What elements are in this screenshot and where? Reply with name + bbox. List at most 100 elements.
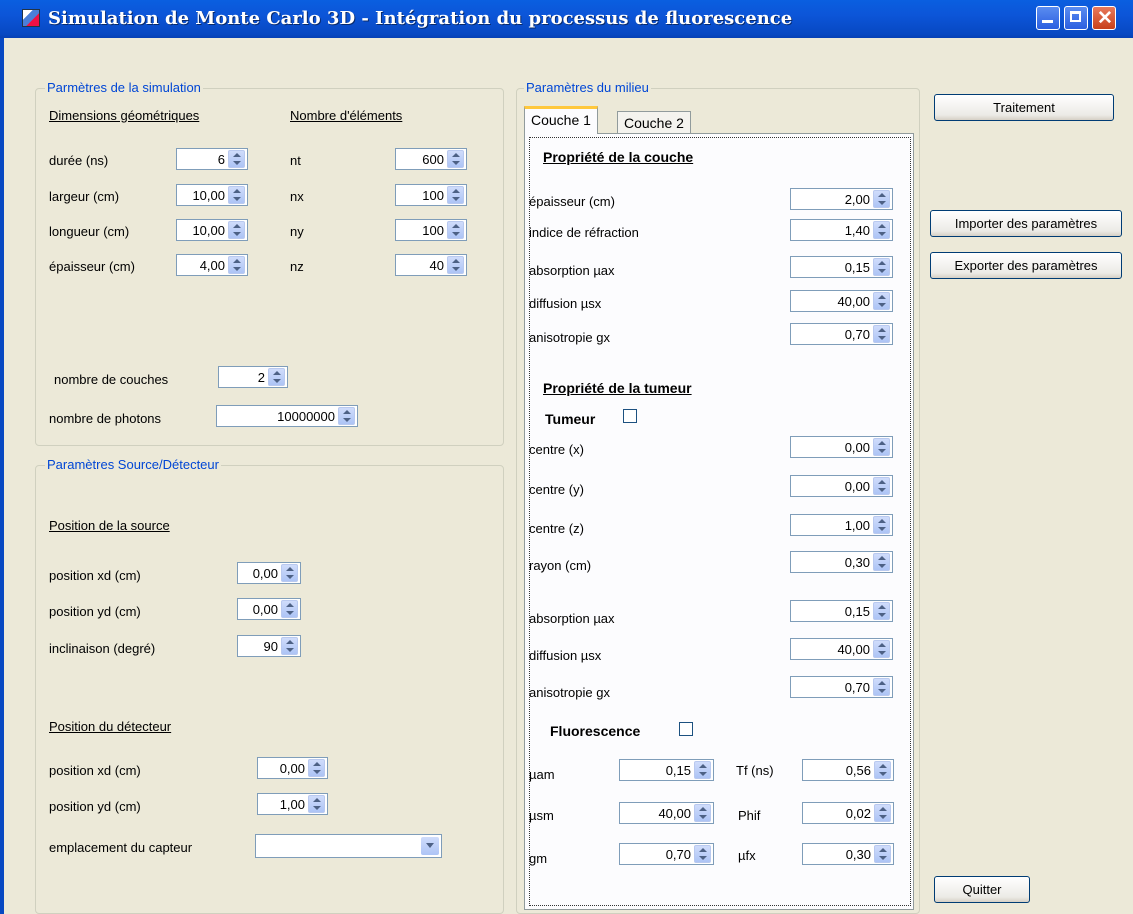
spinner-arrows-icon[interactable]	[873, 292, 890, 310]
nt-label: nt	[290, 153, 301, 168]
source-xd-spinner[interactable]: 0,00	[237, 562, 301, 584]
minimize-button[interactable]	[1036, 6, 1060, 30]
milieu-legend: Paramètres du milieu	[524, 80, 651, 95]
spinner-arrows-icon[interactable]	[447, 186, 464, 204]
duree-spinner[interactable]: 6	[176, 148, 248, 170]
spinner-arrows-icon[interactable]	[308, 759, 325, 777]
phif-spinner[interactable]: 0,02	[802, 802, 894, 824]
tab-couche-1[interactable]: Couche 1	[524, 106, 598, 134]
uam-label: µam	[529, 767, 555, 782]
gm-spinner[interactable]: 0,70	[619, 843, 714, 865]
spinner-arrows-icon[interactable]	[873, 640, 890, 658]
spinner-arrows-icon[interactable]	[873, 602, 890, 620]
tumeur-centre-x-spinner[interactable]: 0,00	[790, 436, 893, 458]
spinner-arrows-icon[interactable]	[447, 150, 464, 168]
spinner-arrows-icon[interactable]	[873, 678, 890, 696]
spinner-arrows-icon[interactable]	[694, 761, 711, 779]
spinner-arrows-icon[interactable]	[228, 221, 245, 239]
spinner-arrows-icon[interactable]	[874, 845, 891, 863]
spinner-arrows-icon[interactable]	[268, 368, 285, 386]
couche-diffusion-label: diffusion µsx	[529, 296, 602, 311]
spinner-arrows-icon[interactable]	[281, 600, 298, 618]
couches-spinner[interactable]: 2	[218, 366, 288, 388]
largeur-spinner[interactable]: 10,00	[176, 184, 248, 206]
detector-header: Position du détecteur	[49, 719, 172, 734]
usm-spinner[interactable]: 40,00	[619, 802, 714, 824]
source-yd-spinner[interactable]: 0,00	[237, 598, 301, 620]
spinner-arrows-icon[interactable]	[228, 256, 245, 274]
tf-spinner[interactable]: 0,56	[802, 759, 894, 781]
spinner-arrows-icon[interactable]	[873, 258, 890, 276]
spinner-arrows-icon[interactable]	[281, 637, 298, 655]
ufx-spinner[interactable]: 0,30	[802, 843, 894, 865]
spinner-arrows-icon[interactable]	[874, 761, 891, 779]
tumeur-header: Propriété de la tumeur	[543, 380, 692, 396]
tumeur-absorption-spinner[interactable]: 0,15	[790, 600, 893, 622]
epaisseur-spinner[interactable]: 4,00	[176, 254, 248, 276]
tumeur-checkbox[interactable]	[623, 409, 637, 423]
minimize-icon	[1042, 20, 1053, 23]
tumeur-diffusion-spinner[interactable]: 40,00	[790, 638, 893, 660]
phif-label: Phif	[738, 808, 761, 823]
spinner-arrows-icon[interactable]	[873, 438, 890, 456]
spinner-arrows-icon[interactable]	[447, 221, 464, 239]
tumeur-anisotropie-spinner[interactable]: 0,70	[790, 676, 893, 698]
import-params-button[interactable]: Importer des paramètres	[930, 210, 1122, 237]
photons-spinner[interactable]: 10000000	[216, 405, 358, 427]
couche-epaisseur-spinner[interactable]: 2,00	[790, 188, 893, 210]
nz-spinner[interactable]: 40	[395, 254, 467, 276]
detector-yd-label: position yd (cm)	[49, 799, 141, 814]
spinner-arrows-icon[interactable]	[873, 477, 890, 495]
tumeur-centre-x-label: centre (x)	[529, 442, 584, 457]
spinner-arrows-icon[interactable]	[873, 190, 890, 208]
epaisseur-label: épaisseur (cm)	[49, 259, 135, 274]
maximize-button[interactable]	[1064, 6, 1088, 30]
nt-spinner[interactable]: 600	[395, 148, 467, 170]
title-bar[interactable]: Simulation de Monte Carlo 3D - Intégrati…	[0, 0, 1133, 38]
couche-diffusion-spinner[interactable]: 40,00	[790, 290, 893, 312]
detector-xd-spinner[interactable]: 0,00	[257, 757, 328, 779]
longueur-label: longueur (cm)	[49, 224, 130, 239]
inclinaison-spinner[interactable]: 90	[237, 635, 301, 657]
spinner-arrows-icon[interactable]	[873, 325, 890, 343]
spinner-arrows-icon[interactable]	[694, 845, 711, 863]
spinner-arrows-icon[interactable]	[873, 516, 890, 534]
capteur-dropdown[interactable]	[255, 834, 442, 858]
export-params-button[interactable]: Exporter des paramètres	[930, 252, 1122, 279]
source-yd-label: position yd (cm)	[49, 604, 141, 619]
ny-spinner[interactable]: 100	[395, 219, 467, 241]
tumeur-checkbox-label: Tumeur	[545, 411, 596, 427]
longueur-spinner[interactable]: 10,00	[176, 219, 248, 241]
tab-couche-2[interactable]: Couche 2	[617, 111, 691, 135]
source-detector-legend: Paramètres Source/Détecteur	[45, 457, 221, 472]
spinner-arrows-icon[interactable]	[338, 407, 355, 425]
fluorescence-checkbox-label: Fluorescence	[550, 723, 641, 739]
uam-spinner[interactable]: 0,15	[619, 759, 714, 781]
tumeur-rayon-spinner[interactable]: 0,30	[790, 551, 893, 573]
couches-label: nombre de couches	[54, 372, 169, 387]
tumeur-centre-z-spinner[interactable]: 1,00	[790, 514, 893, 536]
spinner-arrows-icon[interactable]	[308, 795, 325, 813]
chevron-down-icon[interactable]	[421, 837, 439, 855]
close-button[interactable]: ✕	[1092, 6, 1116, 30]
spinner-arrows-icon[interactable]	[228, 186, 245, 204]
inclinaison-label: inclinaison (degré)	[49, 641, 156, 656]
detector-yd-spinner[interactable]: 1,00	[257, 793, 328, 815]
fluorescence-checkbox[interactable]	[679, 722, 693, 736]
tumeur-centre-y-spinner[interactable]: 0,00	[790, 475, 893, 497]
tumeur-centre-z-label: centre (z)	[529, 521, 584, 536]
spinner-arrows-icon[interactable]	[873, 221, 890, 239]
quitter-button[interactable]: Quitter	[934, 876, 1030, 903]
spinner-arrows-icon[interactable]	[873, 553, 890, 571]
spinner-arrows-icon[interactable]	[447, 256, 464, 274]
spinner-arrows-icon[interactable]	[281, 564, 298, 582]
couche-indice-spinner[interactable]: 1,40	[790, 219, 893, 241]
spinner-arrows-icon[interactable]	[694, 804, 711, 822]
couche-anisotropie-spinner[interactable]: 0,70	[790, 323, 893, 345]
source-xd-label: position xd (cm)	[49, 568, 141, 583]
nx-spinner[interactable]: 100	[395, 184, 467, 206]
traitement-button[interactable]: Traitement	[934, 94, 1114, 121]
couche-absorption-spinner[interactable]: 0,15	[790, 256, 893, 278]
spinner-arrows-icon[interactable]	[228, 150, 245, 168]
spinner-arrows-icon[interactable]	[874, 804, 891, 822]
